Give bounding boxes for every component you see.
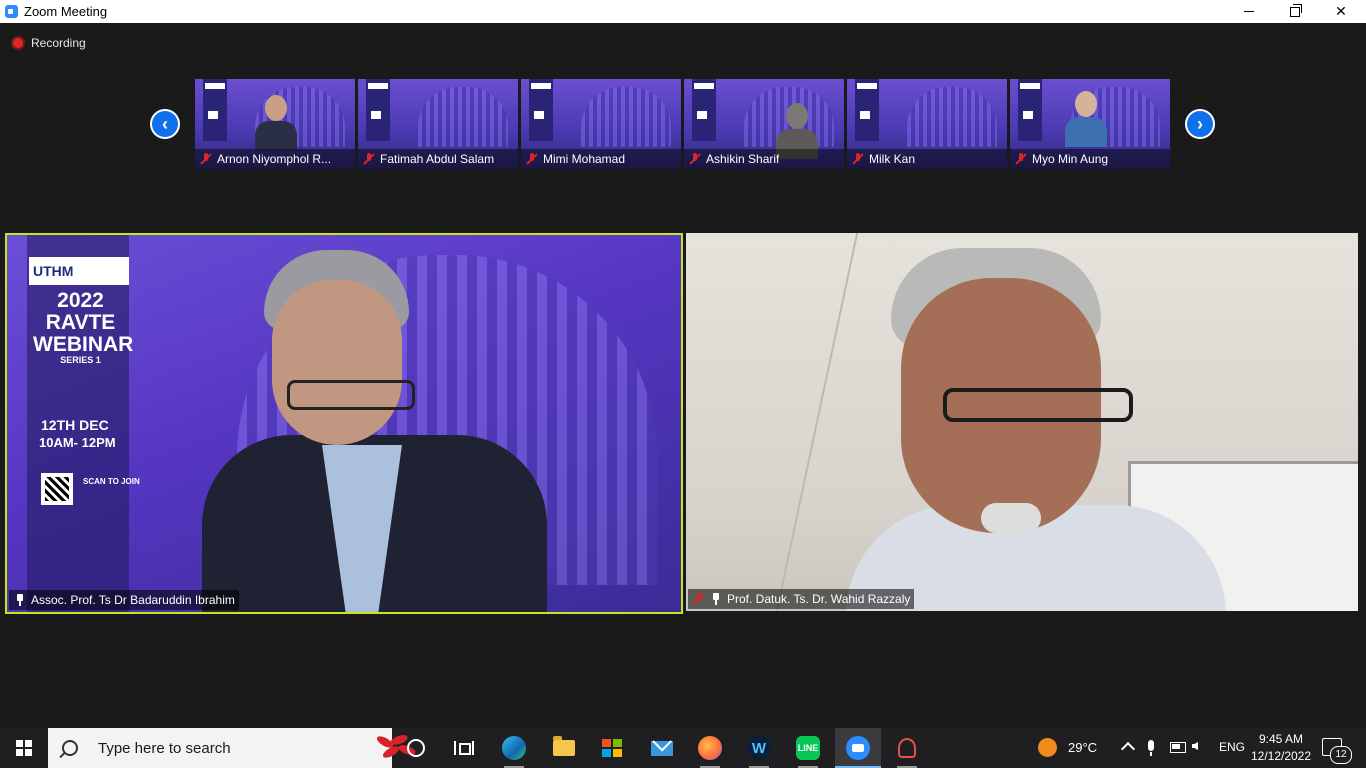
speaker-name-bar: Assoc. Prof. Ts Dr Badaruddin Ibrahim	[9, 590, 239, 610]
chevron-left-icon: ‹	[152, 111, 178, 137]
participant-name: Arnon Niyomphol R...	[217, 152, 332, 166]
title-bar: Zoom Meeting ✕	[0, 0, 1366, 23]
participant-video-tile[interactable]: Prof. Datuk. Ts. Dr. Wahid Razzaly	[686, 233, 1358, 611]
mic-muted-icon	[526, 153, 538, 165]
poster-time: 10AM- 12PM	[39, 435, 116, 450]
participant-name: Mimi Mohamad	[543, 152, 626, 166]
pin-icon	[710, 593, 722, 605]
line-icon[interactable]: LINE	[796, 736, 820, 760]
webinar-poster	[366, 79, 390, 141]
participant-thumbnail[interactable]: Arnon Niyomphol R...	[195, 79, 355, 169]
active-speaker-video[interactable]: UTHM 2022 RAVTE WEBINAR SERIES 1 12TH DE…	[5, 233, 683, 614]
participant-thumbnail[interactable]: Myo Min Aung	[1010, 79, 1170, 169]
webinar-poster	[1018, 79, 1042, 141]
participant-name-bar: Myo Min Aung	[1010, 149, 1170, 169]
battery-icon[interactable]	[1170, 742, 1186, 753]
clock[interactable]: 9:45 AM 12/12/2022	[1250, 731, 1312, 765]
participant-name: Fatimah Abdul Salam	[380, 152, 495, 166]
window-title: Zoom Meeting	[24, 4, 108, 19]
participant-name-bar: Milk Kan	[847, 149, 1007, 169]
participant-name-bar: Fatimah Abdul Salam	[358, 149, 518, 169]
recording-indicator[interactable]: Recording	[13, 36, 86, 50]
recording-label: Recording	[31, 36, 86, 50]
webex-icon[interactable]: W	[747, 736, 771, 760]
firefox-icon[interactable]	[698, 736, 722, 760]
participant-name: Myo Min Aung	[1032, 152, 1109, 166]
building-background	[581, 87, 671, 147]
mic-muted-icon	[200, 153, 212, 165]
speaker-name: Assoc. Prof. Ts Dr Badaruddin Ibrahim	[31, 593, 235, 607]
participant-thumbnail[interactable]: Mimi Mohamad	[521, 79, 681, 169]
mic-muted-icon	[852, 153, 864, 165]
minimize-button[interactable]	[1226, 0, 1272, 23]
building-background	[907, 87, 997, 147]
mic-muted-icon	[363, 153, 375, 165]
zoom-icon[interactable]	[846, 736, 870, 760]
participant-name: Prof. Datuk. Ts. Dr. Wahid Razzaly	[727, 592, 911, 606]
webinar-poster	[529, 79, 553, 141]
building-background	[418, 87, 508, 147]
next-page-button[interactable]: ›	[1185, 109, 1215, 139]
pin-icon	[14, 594, 26, 606]
taskbar-search[interactable]: Type here to search	[48, 728, 417, 768]
restore-button[interactable]	[1272, 0, 1318, 23]
mic-muted-icon	[1015, 153, 1027, 165]
participant-name: Ashikin Sharif	[706, 152, 780, 166]
poster-series: SERIES 1	[60, 355, 101, 365]
speaker-icon[interactable]	[1192, 742, 1198, 750]
webinar-poster	[203, 79, 227, 141]
microphone-icon[interactable]	[1148, 740, 1154, 756]
mic-muted-icon	[693, 593, 705, 605]
start-button[interactable]	[0, 728, 48, 768]
previous-page-button[interactable]: ‹	[150, 109, 180, 139]
mic-muted-icon	[689, 153, 701, 165]
weather-temp[interactable]: 29°C	[1068, 740, 1097, 755]
taskbar: Type here to search W LINE 29°C ENG 9:45…	[0, 728, 1366, 768]
clock-time: 9:45 AM	[1258, 732, 1304, 746]
recording-dot-icon	[13, 38, 23, 48]
windows-icon	[16, 740, 32, 756]
speaker-video	[202, 245, 562, 612]
task-view-icon[interactable]	[452, 736, 476, 760]
poster-scan-label: SCAN TO JOIN	[83, 477, 140, 486]
participant-name-bar: Arnon Niyomphol R...	[195, 149, 355, 169]
zoom-app-icon	[5, 5, 18, 18]
clock-date: 12/12/2022	[1250, 749, 1312, 763]
snip-icon[interactable]	[895, 736, 919, 760]
notification-count: 12	[1330, 746, 1352, 764]
webinar-poster	[692, 79, 716, 141]
chevron-right-icon: ›	[1187, 111, 1213, 137]
participant-video	[1065, 87, 1107, 147]
weather-icon[interactable]	[1038, 738, 1057, 757]
participant-video	[806, 243, 1226, 611]
participant-thumbnail[interactable]: Ashikin Sharif	[684, 79, 844, 169]
edge-icon[interactable]	[502, 736, 526, 760]
qr-code	[41, 473, 73, 505]
poster-title: 2022 RAVTE WEBINAR	[33, 289, 134, 357]
close-button[interactable]: ✕	[1318, 0, 1364, 23]
file-explorer-icon[interactable]	[552, 736, 576, 760]
webinar-poster	[855, 79, 879, 141]
mail-icon[interactable]	[650, 736, 674, 760]
cortana-icon[interactable]	[404, 736, 428, 760]
participant-video	[255, 91, 297, 151]
uthm-logo: UTHM	[29, 257, 129, 285]
store-icon[interactable]	[600, 736, 624, 760]
participant-name-bar: Ashikin Sharif	[684, 149, 844, 169]
search-placeholder: Type here to search	[98, 739, 231, 757]
language-indicator[interactable]: ENG	[1219, 740, 1245, 754]
participant-name-bar: Prof. Datuk. Ts. Dr. Wahid Razzaly	[688, 589, 915, 609]
participant-thumbnail[interactable]: Milk Kan	[847, 79, 1007, 169]
participant-thumbnail[interactable]: Fatimah Abdul Salam	[358, 79, 518, 169]
participant-name-bar: Mimi Mohamad	[521, 149, 681, 169]
search-icon	[62, 740, 78, 756]
participant-name: Milk Kan	[869, 152, 916, 166]
chevron-up-icon[interactable]	[1120, 741, 1136, 757]
poster-date: 12TH DEC	[41, 417, 109, 433]
